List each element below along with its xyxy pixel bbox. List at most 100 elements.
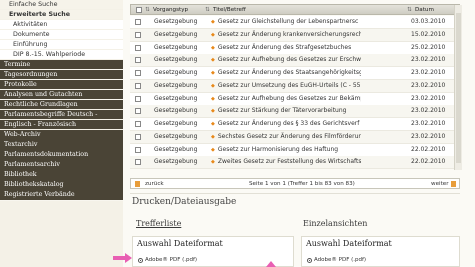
next-page-link[interactable]: weiter <box>431 179 449 190</box>
row-title[interactable]: Gesetz zur Änderung krankenversicherungs… <box>218 31 361 38</box>
row-title[interactable]: Gesetz zur Aufhebung des Gesetzes zur Be… <box>218 95 361 102</box>
table-row[interactable]: Gesetzgebung ◆ Gesetz zur Harmonisierung d… <box>130 143 456 157</box>
sidebar-item[interactable]: Parlamentsarchiv <box>0 160 123 170</box>
sidebar-item[interactable]: Erweiterte Suche <box>0 9 123 19</box>
row-title[interactable]: Gesetz zur Aufhebung des Gesetzes zur Er… <box>218 56 361 63</box>
row-checkbox[interactable] <box>135 159 141 166</box>
row-checkbox[interactable] <box>135 95 141 102</box>
row-checkbox[interactable] <box>135 31 141 38</box>
sidebar-item[interactable]: Bibliothekskatalog <box>0 180 123 190</box>
table-row[interactable]: Gesetzgebung ◆ Gesetz zur Stärkung der Tät… <box>130 105 456 119</box>
row-title-link[interactable]: ◆ Gesetz zur Stärkung der Tätervorarbeitu… <box>211 105 361 117</box>
arrow-right-icon: ◆ <box>211 19 215 25</box>
row-title[interactable]: Gesetz zur Änderung des Strafgesetzbuche… <box>218 44 351 51</box>
sidebar-item[interactable]: Bibliothek <box>0 170 123 180</box>
row-checkbox[interactable] <box>135 70 141 76</box>
row-title-link[interactable]: ◆ Gesetz zur Änderung des § 33 des Gerich… <box>211 118 361 130</box>
row-checkbox[interactable] <box>135 44 141 51</box>
arrow-right-icon: ◆ <box>211 159 215 166</box>
table-scrollbar[interactable] <box>454 5 462 170</box>
table-row[interactable]: Gesetzgebung ◆ Gesetz zur Änderung des § 3… <box>130 118 456 132</box>
row-title-link[interactable]: ◆ Gesetz zur Aufhebung des Gesetzes zur B… <box>211 93 361 105</box>
row-title-link[interactable]: ◆ Gesetz zur Aufhebung des Gesetzes zur E… <box>211 54 361 66</box>
row-checkbox[interactable] <box>135 146 141 153</box>
sidebar-item[interactable]: Parlamentsdokumentation <box>0 150 123 160</box>
sidebar-item[interactable]: Tagesordnungen <box>0 69 123 80</box>
row-checkbox[interactable] <box>135 108 141 115</box>
row-checkbox[interactable] <box>135 19 141 25</box>
sort-icon: ⇅ <box>145 7 150 13</box>
pdf-radio[interactable] <box>307 258 312 263</box>
row-title-link[interactable]: ◆ Gesetz zur Umsetzung des EuGH-Urteils (… <box>211 80 361 92</box>
row-title[interactable]: Gesetz zur Änderung des Staatsangehörigk… <box>218 69 361 76</box>
sidebar-item[interactable]: Analysen und Gutachten <box>0 89 123 100</box>
row-checkbox[interactable] <box>135 133 141 140</box>
row-title[interactable]: Gesetz zur Gleichstellung der Lebenspart… <box>218 18 358 25</box>
table-row[interactable]: Gesetzgebung ◆ Gesetz zur Aufhebung des Ge… <box>130 54 456 68</box>
header-title[interactable]: Titel/Betreff <box>213 5 246 16</box>
row-type: Gesetzgebung <box>154 56 198 64</box>
scrollbar-thumb[interactable] <box>456 13 461 163</box>
row-type: Gesetzgebung <box>154 18 198 25</box>
tab-einzelansichten[interactable]: Einzelansichten <box>303 219 367 228</box>
row-date: 23.02.2010 <box>411 120 446 127</box>
header-date[interactable]: Datum <box>415 5 434 16</box>
row-title-link[interactable]: ◆ Gesetz zur Harmonisierung des Haftung <box>211 144 361 156</box>
table-header: ⇅ Vorgangstyp ⇅ Titel/Betreff ⇅ Datum <box>130 4 460 15</box>
sidebar-item[interactable]: DIP 8.-15. Wahlperiode <box>0 49 123 60</box>
header-type[interactable]: Vorgangstyp <box>153 5 188 16</box>
prev-page-link[interactable]: zurück <box>145 179 164 190</box>
arrow-right-icon: ◆ <box>211 146 215 153</box>
table-row[interactable]: Gesetzgebung ◆ Gesetz zur Gleichstellung d… <box>130 16 456 30</box>
row-title-link[interactable]: ◆ Gesetz zur Änderung des Staatsangehörig… <box>211 67 361 79</box>
pdf-radio[interactable] <box>138 258 143 263</box>
row-type: Gesetzgebung <box>154 30 198 38</box>
sidebar-item[interactable]: Parlamentsbegriffe Deutsch - <box>0 110 123 120</box>
row-title-link[interactable]: ◆ Gesetz zur Änderung krankenversicherung… <box>211 29 361 41</box>
format-title: Auswahl Dateiformat <box>137 239 223 248</box>
sidebar-item[interactable]: Registrierte Verbände <box>0 190 123 200</box>
sort-icon: ⇅ <box>407 7 412 13</box>
sidebar-item[interactable]: Textarchiv <box>0 140 123 150</box>
row-type: Gesetzgebung <box>154 132 198 140</box>
arrow-right-icon: ◆ <box>211 44 215 51</box>
tab-trefferliste[interactable]: Trefferliste <box>136 219 181 228</box>
table-row[interactable]: Gesetzgebung ◆ Gesetz zur Änderung kranken… <box>130 28 456 42</box>
row-title[interactable]: Gesetz zur Stärkung der Tätervorarbeitun… <box>218 107 347 114</box>
sidebar-item[interactable]: Dokumente <box>0 29 123 40</box>
divider <box>130 193 460 194</box>
row-title[interactable]: Gesetz zur Harmonisierung des Haftung <box>218 146 338 153</box>
row-title[interactable]: Zweites Gesetz zur Feststellung des Wirt… <box>218 158 361 165</box>
sidebar-item[interactable]: Aktivitäten <box>0 19 123 29</box>
row-title-link[interactable]: ◆ Gesetz zur Änderung des Strafgesetzbuch… <box>211 42 361 54</box>
sidebar-item[interactable]: Englisch - Französisch <box>0 120 123 130</box>
prev-page-icon[interactable] <box>135 181 140 187</box>
row-checkbox[interactable] <box>135 57 141 64</box>
row-title[interactable]: Gesetz zur Änderung des § 33 des Gericht… <box>218 120 359 127</box>
next-page-icon[interactable] <box>451 181 456 187</box>
select-all-checkbox[interactable] <box>136 7 142 13</box>
row-checkbox[interactable] <box>135 121 141 127</box>
sidebar-item[interactable]: Einführung <box>0 39 123 50</box>
table-row[interactable]: Gesetzgebung ◆ Zweites Gesetz zur Feststel… <box>130 156 456 170</box>
table-row[interactable]: Gesetzgebung ◆ Gesetz zur Änderung des Str… <box>130 41 456 55</box>
arrow-right-icon: ◆ <box>211 95 215 102</box>
results-table: ⇅ Vorgangstyp ⇅ Titel/Betreff ⇅ Datum Ge… <box>130 4 460 170</box>
row-title-link[interactable]: ◆ Sechstes Gesetz zur Änderung des Filmfö… <box>211 131 361 143</box>
sidebar-item[interactable]: Termine <box>0 59 123 70</box>
row-type: Gesetzgebung <box>154 145 198 153</box>
sidebar-item[interactable]: Einfache Suche <box>0 0 123 9</box>
table-row[interactable]: Gesetzgebung ◆ Gesetz zur Aufhebung des Ge… <box>130 92 456 106</box>
sidebar-item[interactable]: Protokolle <box>0 79 123 90</box>
row-title-link[interactable]: ◆ Zweites Gesetz zur Feststellung des Wir… <box>211 156 361 168</box>
sidebar-item[interactable]: Web-Archiv <box>0 130 123 140</box>
row-title[interactable]: Sechstes Gesetz zur Änderung des Filmför… <box>218 133 361 140</box>
annotation-arrow-icon <box>266 261 276 267</box>
sidebar-item[interactable]: Rechtliche Grundlagen <box>0 100 123 110</box>
row-title-link[interactable]: ◆ Gesetz zur Gleichstellung der Lebenspar… <box>211 16 361 28</box>
table-row[interactable]: Gesetzgebung ◆ Gesetz zur Änderung des Sta… <box>130 67 456 81</box>
row-title[interactable]: Gesetz zur Umsetzung des EuGH-Urteils (C… <box>218 82 361 89</box>
table-row[interactable]: Gesetzgebung ◆ Gesetz zur Umsetzung des Eu… <box>130 79 456 93</box>
table-row[interactable]: Gesetzgebung ◆ Sechstes Gesetz zur Änderun… <box>130 130 456 144</box>
row-checkbox[interactable] <box>135 82 141 89</box>
